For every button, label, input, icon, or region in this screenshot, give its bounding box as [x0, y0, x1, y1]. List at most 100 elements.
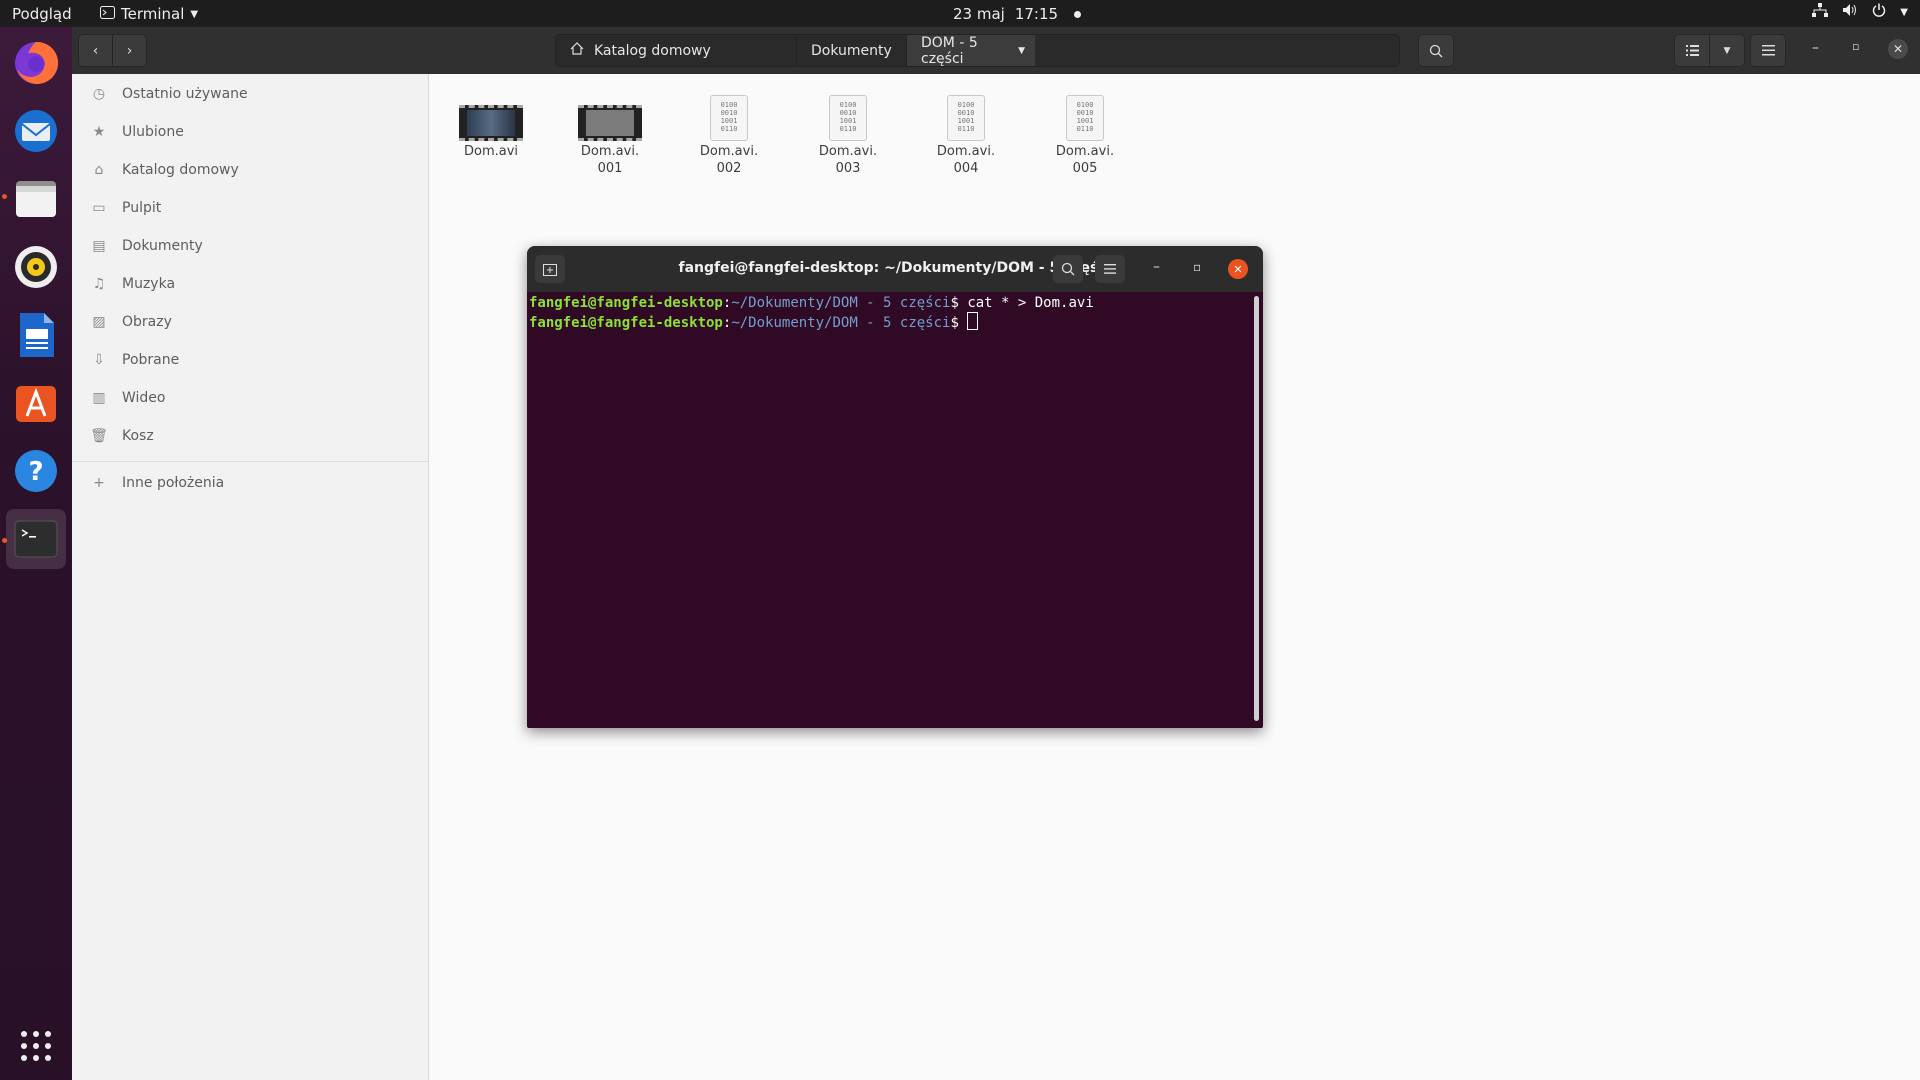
- search-button[interactable]: [1418, 34, 1454, 67]
- binary-glyph: 0110: [720, 125, 738, 133]
- file-name: Dom.avi.: [1055, 144, 1115, 159]
- binary-glyph: 1001: [839, 117, 857, 125]
- firefox-launcher[interactable]: [6, 33, 66, 93]
- terminal-menu-button[interactable]: [1095, 255, 1125, 283]
- file-item[interactable]: 0100 0010 1001 0110 Dom.avi. 005: [1030, 95, 1140, 177]
- hamburger-icon: [1104, 264, 1116, 274]
- prompt-user: fangfei@fangfei-desktop: [529, 295, 723, 311]
- sidebar-item-pictures[interactable]: ▨ Obrazy: [72, 303, 428, 341]
- rhythmbox-launcher[interactable]: [6, 237, 66, 297]
- show-applications-button[interactable]: [6, 1016, 66, 1076]
- terminal-output[interactable]: fangfei@fangfei-desktop:~/Dokumenty/DOM …: [529, 294, 1249, 332]
- breadcrumb-label: DOM - 5 części: [921, 34, 978, 67]
- desktop-icon: ▭: [92, 200, 106, 216]
- search-icon: [1061, 262, 1075, 276]
- app-grid-icon: [21, 1031, 51, 1061]
- prompt-symbol: $: [950, 315, 968, 331]
- sidebar-item-home[interactable]: ⌂ Katalog domowy: [72, 151, 428, 189]
- file-name: Dom.avi.: [580, 144, 640, 159]
- breadcrumb-dokumenty[interactable]: Dokumenty: [796, 35, 906, 66]
- binary-file-icon: 0100 0010 1001 0110: [829, 95, 867, 141]
- sidebar-item-label: Inne położenia: [122, 475, 225, 491]
- binary-glyph: 0100: [957, 101, 975, 109]
- terminal-scrollbar[interactable]: [1254, 296, 1259, 721]
- maximize-button[interactable]: ▫: [1852, 40, 1859, 53]
- sidebar-item-trash[interactable]: 🗑 Kosz: [72, 417, 428, 455]
- volume-icon: [1842, 3, 1858, 21]
- binary-glyph: 0110: [957, 125, 975, 133]
- terminal-icon: [14, 520, 58, 558]
- text-cursor: [967, 312, 979, 330]
- terminal-command: cat * > Dom.avi: [967, 295, 1094, 311]
- sidebar-item-documents[interactable]: ▤ Dokumenty: [72, 227, 428, 265]
- terminal-launcher[interactable]: [6, 509, 66, 569]
- clock-time: 17:15: [1014, 5, 1059, 23]
- video-file-icon: [578, 105, 642, 141]
- files-launcher[interactable]: [6, 169, 66, 229]
- file-item[interactable]: Dom.avi: [436, 95, 546, 160]
- app-menu-label: Terminal: [121, 5, 185, 23]
- plus-icon: +: [93, 475, 105, 491]
- clock[interactable]: 23 maj 17:15: [953, 5, 1082, 23]
- file-item[interactable]: Dom.avi. 001: [555, 95, 665, 177]
- view-options-button[interactable]: ▼: [1709, 34, 1745, 67]
- breadcrumb-label: Dokumenty: [811, 42, 892, 59]
- video-file-icon: [459, 105, 523, 141]
- help-launcher[interactable]: ?: [6, 441, 66, 501]
- file-name: Dom.avi: [463, 144, 519, 159]
- activities-button[interactable]: Podgląd: [12, 5, 72, 23]
- terminal-close-button[interactable]: ✕: [1228, 259, 1248, 279]
- system-tray[interactable]: ▼: [1812, 3, 1908, 21]
- binary-glyph: 0110: [839, 125, 857, 133]
- terminal-maximize-button[interactable]: ▫: [1193, 260, 1201, 274]
- minimize-button[interactable]: –: [1812, 40, 1819, 56]
- software-launcher[interactable]: [6, 373, 66, 433]
- sidebar-item-downloads[interactable]: ⇩ Pobrane: [72, 341, 428, 379]
- file-item[interactable]: 0100 0010 1001 0110 Dom.avi. 003: [793, 95, 903, 177]
- thunderbird-launcher[interactable]: [6, 101, 66, 161]
- back-button[interactable]: ‹: [78, 34, 113, 67]
- close-button[interactable]: ✕: [1888, 39, 1908, 59]
- file-name-ext: 003: [835, 161, 861, 176]
- home-icon: [570, 42, 584, 59]
- binary-glyph: 0100: [720, 101, 738, 109]
- prompt-path: ~/Dokumenty/DOM - 5 części: [731, 295, 951, 311]
- firefox-icon: [15, 41, 59, 84]
- forward-button[interactable]: ›: [112, 34, 147, 67]
- sidebar-item-other-locations[interactable]: + Inne położenia: [72, 464, 428, 502]
- close-icon: ✕: [1233, 262, 1243, 276]
- sidebar-item-label: Pobrane: [122, 352, 180, 368]
- video-icon: ▥: [92, 390, 106, 406]
- list-view-icon: [1685, 45, 1699, 56]
- sidebar-item-music[interactable]: ♫ Muzyka: [72, 265, 428, 303]
- binary-glyph: 0010: [957, 109, 975, 117]
- binary-glyph: 1001: [1076, 117, 1094, 125]
- terminal-line: fangfei@fangfei-desktop:~/Dokumenty/DOM …: [529, 294, 1249, 312]
- binary-glyph: 1001: [957, 117, 975, 125]
- chevron-left-icon: ‹: [92, 42, 99, 59]
- breadcrumb-home[interactable]: Katalog domowy: [556, 35, 725, 66]
- writer-launcher[interactable]: [6, 305, 66, 365]
- file-item[interactable]: 0100 0010 1001 0110 Dom.avi. 004: [911, 95, 1021, 177]
- sidebar-item-desktop[interactable]: ▭ Pulpit: [72, 189, 428, 227]
- app-menu[interactable]: Terminal ▼: [100, 5, 198, 23]
- terminal-minimize-button[interactable]: –: [1153, 259, 1160, 275]
- terminal-line: fangfei@fangfei-desktop:~/Dokumenty/DOM …: [529, 312, 1249, 332]
- file-name: Dom.avi.: [699, 144, 759, 159]
- binary-file-icon: 0100 0010 1001 0110: [1066, 95, 1104, 141]
- sidebar-item-recent[interactable]: ◷ Ostatnio używane: [72, 75, 428, 113]
- terminal-window[interactable]: fangfei@fangfei-desktop: ~/Dokumenty/DOM…: [527, 246, 1263, 728]
- file-item[interactable]: 0100 0010 1001 0110 Dom.avi. 002: [674, 95, 784, 177]
- binary-glyph: 1001: [720, 117, 738, 125]
- terminal-search-button[interactable]: [1053, 255, 1083, 283]
- folder-icon: [16, 181, 56, 217]
- terminal-headerbar: fangfei@fangfei-desktop: ~/Dokumenty/DOM…: [527, 246, 1263, 292]
- breadcrumb-current[interactable]: DOM - 5 części ▼: [906, 34, 1035, 67]
- sidebar-item-videos[interactable]: ▥ Wideo: [72, 379, 428, 417]
- prompt-user: fangfei@fangfei-desktop: [529, 315, 723, 331]
- sidebar-item-starred[interactable]: ★ Ulubione: [72, 113, 428, 151]
- main-menu-button[interactable]: [1750, 34, 1786, 67]
- file-name-ext: 001: [597, 161, 623, 176]
- clock-icon: ◷: [92, 86, 106, 102]
- view-list-button[interactable]: [1674, 34, 1710, 67]
